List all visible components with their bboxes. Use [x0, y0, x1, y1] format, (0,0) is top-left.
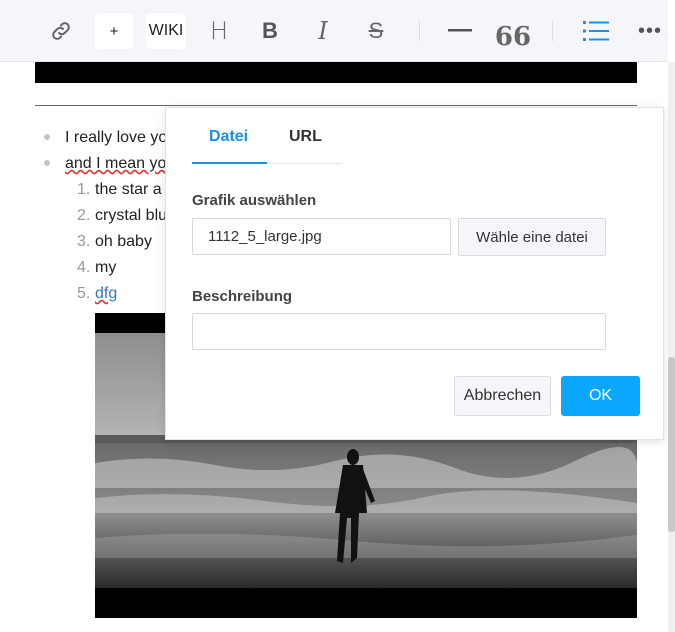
- bullet-list-icon[interactable]: [582, 13, 610, 49]
- bullet-icon: [44, 134, 50, 140]
- list-item: and I mean yo: [65, 155, 166, 173]
- more-options-button[interactable]: •••: [636, 13, 664, 49]
- ok-button[interactable]: OK: [561, 376, 640, 416]
- wiki-button[interactable]: WIKI: [146, 13, 186, 49]
- toolbar-divider: [419, 21, 420, 41]
- dialog-tabs: Datei URL: [192, 108, 342, 164]
- active-tab-indicator: [192, 162, 267, 164]
- list-number: 4.: [77, 259, 91, 276]
- link-icon[interactable]: [43, 13, 79, 49]
- vertical-scrollbar[interactable]: [668, 62, 675, 632]
- horizontal-rule-icon[interactable]: [446, 13, 474, 49]
- list-item: I really love yo: [65, 129, 168, 146]
- editor-toolbar: + WIKI H B I S 66 •••: [0, 0, 668, 62]
- list-item: my: [95, 259, 117, 276]
- strikethrough-button[interactable]: S: [362, 13, 390, 49]
- scrollbar-thumb[interactable]: [668, 357, 675, 532]
- list-item: the star a: [95, 181, 162, 198]
- description-label: Beschreibung: [192, 288, 293, 305]
- insert-image-dialog: Datei URL Grafik auswählen 1112_5_large.…: [165, 107, 664, 440]
- list-item: crystal blu: [95, 207, 168, 224]
- description-field[interactable]: [192, 313, 606, 350]
- quote-button[interactable]: 66: [495, 13, 531, 52]
- cancel-button[interactable]: Abbrechen: [454, 376, 551, 416]
- bullet-icon: [44, 160, 50, 166]
- list-number: 1.: [77, 181, 91, 198]
- tab-url[interactable]: URL: [289, 128, 322, 146]
- tab-file[interactable]: Datei: [209, 128, 248, 146]
- image-select-label: Grafik auswählen: [192, 192, 317, 209]
- list-number: 5.: [77, 285, 91, 302]
- list-item-link[interactable]: dfg: [95, 285, 117, 303]
- list-item: oh baby: [95, 233, 152, 250]
- plus-button[interactable]: +: [95, 13, 133, 49]
- horizontal-rule: [35, 105, 637, 106]
- list-number: 2.: [77, 207, 91, 224]
- toolbar-divider: [552, 21, 553, 41]
- list-number: 3.: [77, 233, 91, 250]
- embedded-media-bar: [35, 62, 637, 83]
- italic-button[interactable]: I: [310, 13, 336, 49]
- choose-file-button[interactable]: Wähle eine datei: [458, 218, 606, 256]
- bold-button[interactable]: B: [256, 13, 284, 49]
- file-name-field[interactable]: 1112_5_large.jpg: [192, 218, 451, 255]
- heading-button[interactable]: H: [203, 13, 235, 49]
- list-item-text: and I mean yo: [65, 155, 167, 172]
